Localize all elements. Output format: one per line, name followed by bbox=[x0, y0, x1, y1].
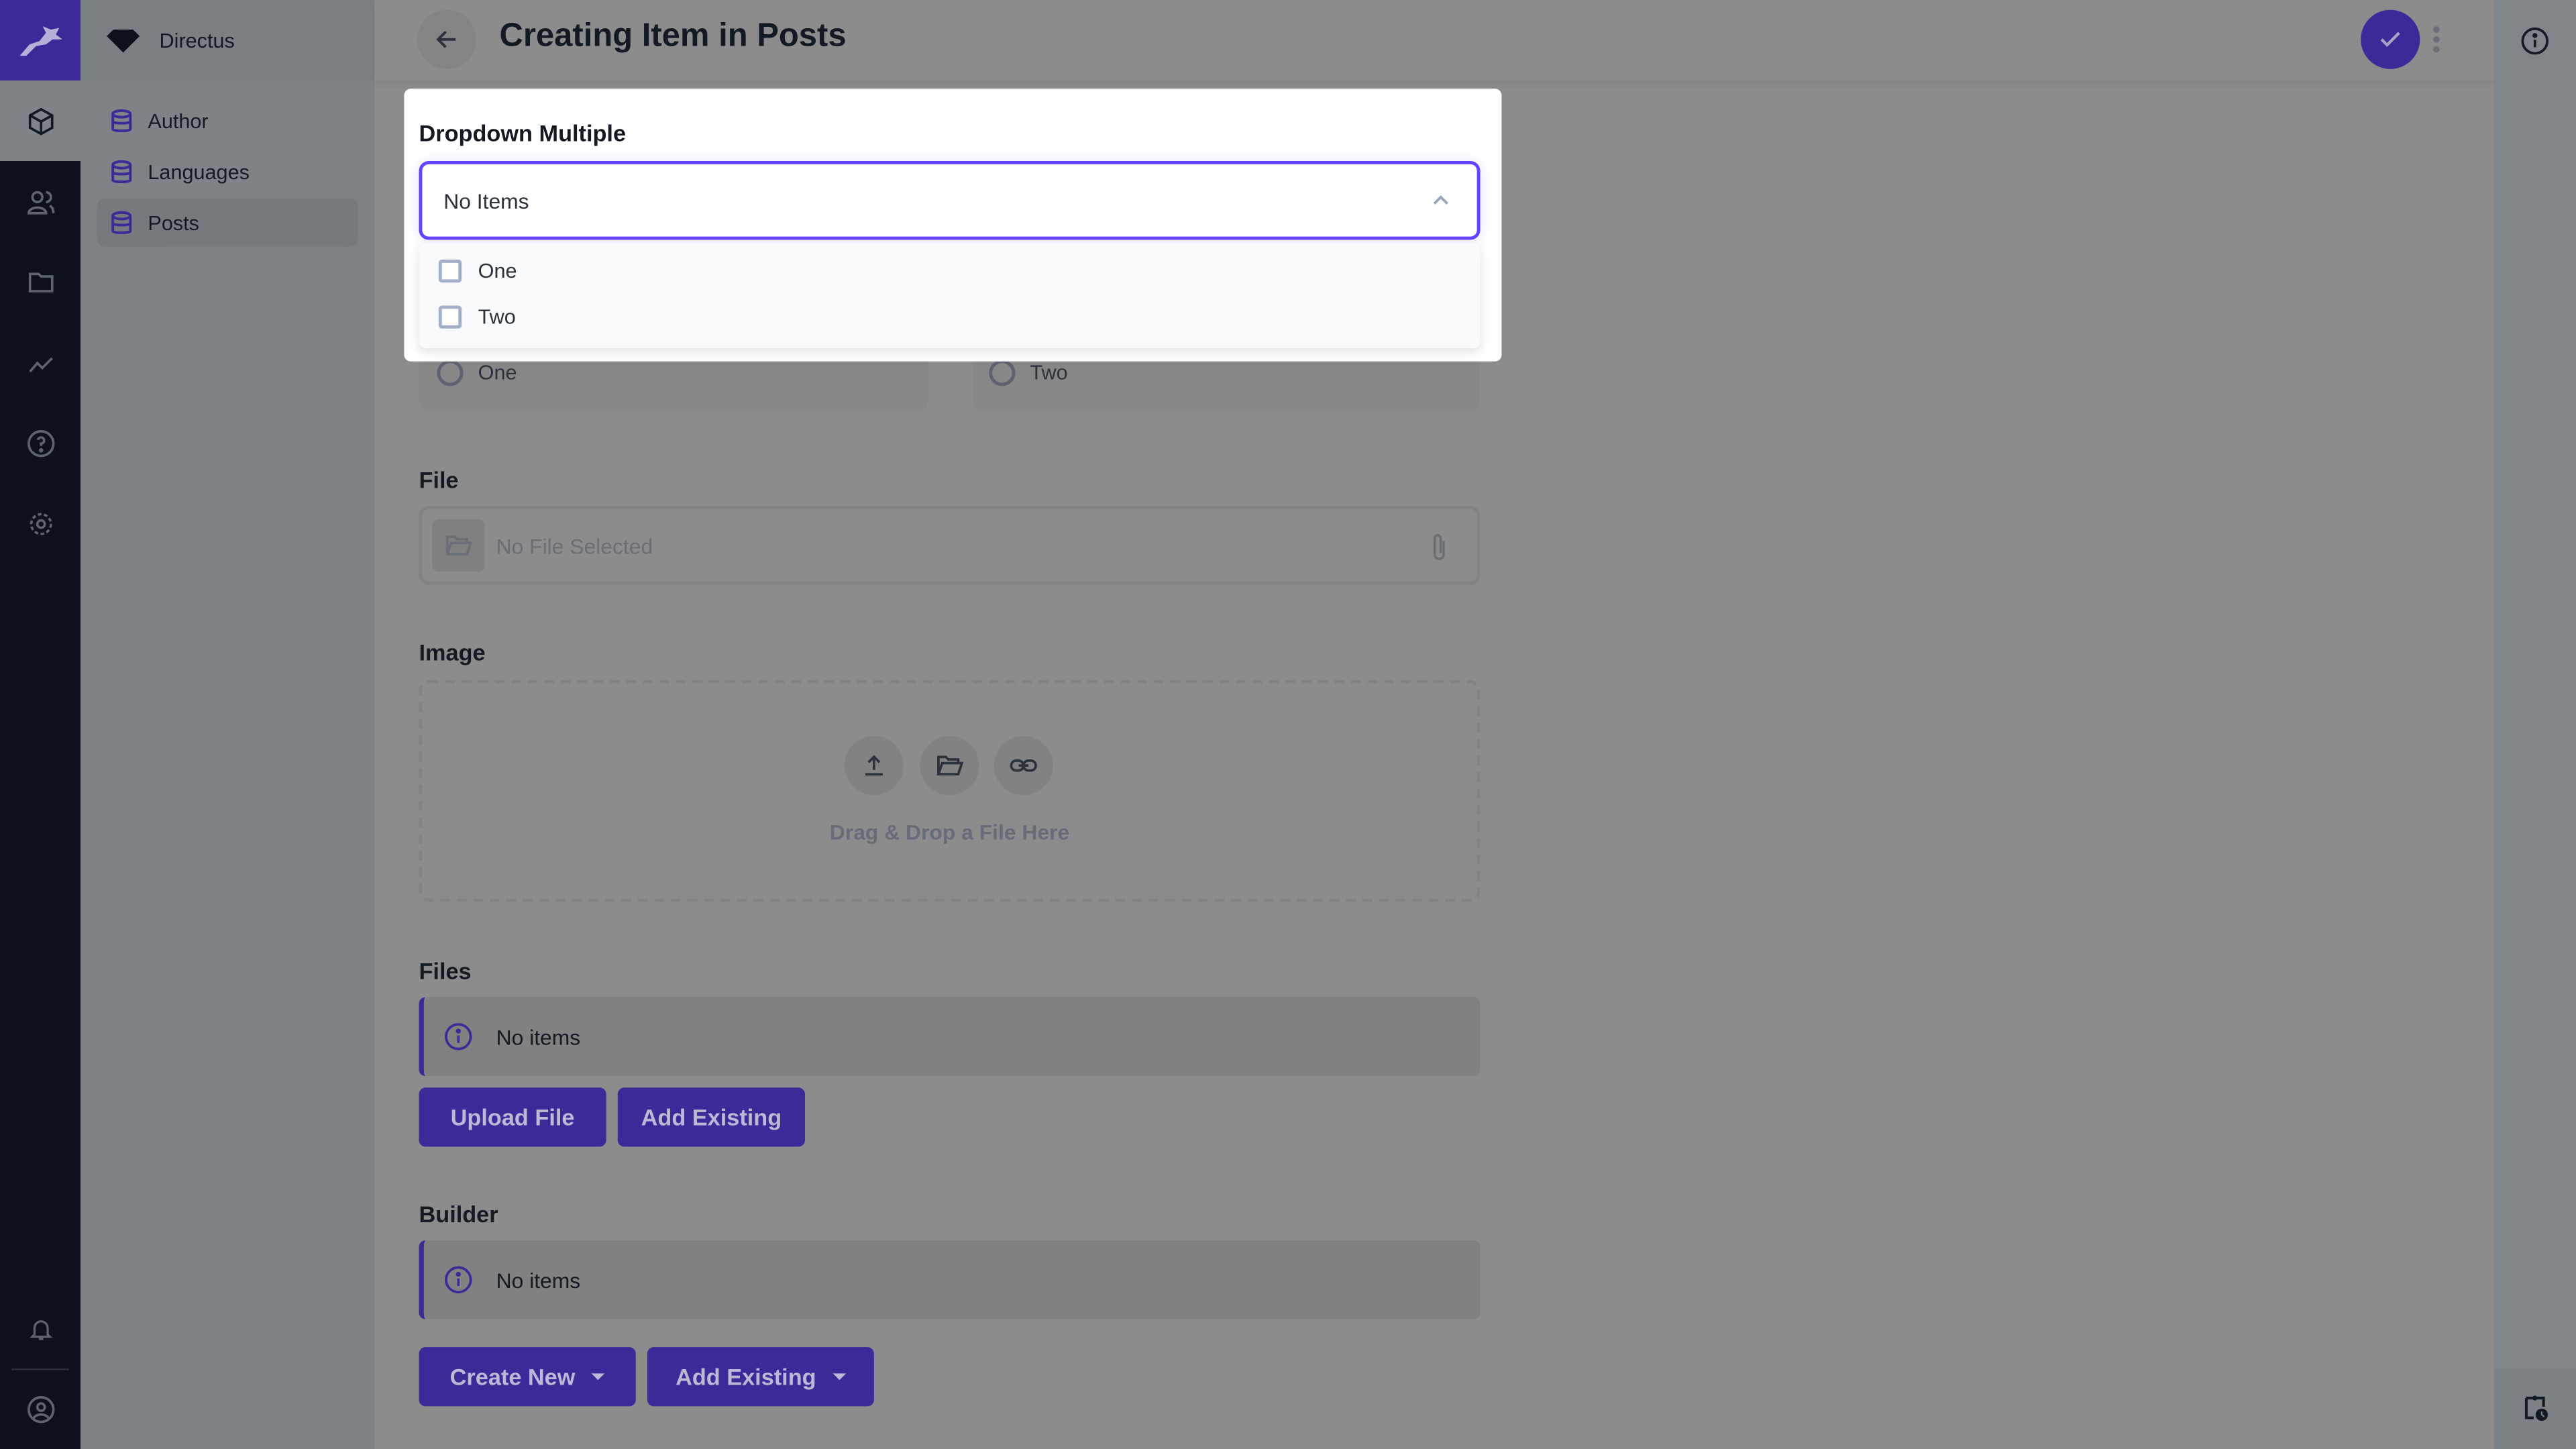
create-new-button[interactable]: Create New bbox=[419, 1347, 636, 1407]
upload-icon bbox=[865, 755, 883, 776]
back-button[interactable] bbox=[417, 9, 477, 69]
check-icon bbox=[2380, 32, 2400, 47]
nav-item-label: Author bbox=[148, 109, 209, 133]
folder-icon bbox=[28, 272, 53, 292]
info-icon bbox=[445, 1266, 472, 1293]
drop-text: Drag & Drop a File Here bbox=[829, 820, 1070, 845]
checkbox-icon bbox=[438, 259, 462, 283]
nav-item-label: Posts bbox=[148, 211, 199, 234]
caret-down-icon bbox=[833, 1373, 846, 1381]
insights-module-button[interactable] bbox=[0, 322, 80, 402]
dropdown-select[interactable]: No Items bbox=[419, 161, 1481, 240]
clipboard-clock-icon bbox=[2524, 1395, 2548, 1421]
directus-logo[interactable] bbox=[0, 0, 81, 81]
user-circle-icon bbox=[26, 1395, 54, 1423]
dropdown-menu: One Two bbox=[419, 243, 1481, 349]
radio-icon bbox=[437, 360, 464, 386]
paperclip-icon[interactable] bbox=[1428, 532, 1450, 561]
import-from-url-button[interactable] bbox=[994, 736, 1053, 796]
dropdown-label: Dropdown Multiple bbox=[419, 119, 627, 146]
radio-label: One bbox=[478, 361, 517, 385]
project-name: Directus bbox=[159, 28, 235, 52]
option-label: One bbox=[478, 259, 517, 283]
users-module-button[interactable] bbox=[0, 161, 80, 241]
info-icon[interactable] bbox=[2520, 26, 2550, 56]
radio-label: Two bbox=[1030, 361, 1068, 385]
database-icon bbox=[111, 108, 132, 131]
arrow-left-icon bbox=[436, 30, 456, 48]
add-existing-files-button[interactable]: Add Existing bbox=[617, 1087, 806, 1147]
checkbox-icon bbox=[438, 305, 462, 329]
upload-file-button[interactable]: Upload File bbox=[419, 1087, 606, 1147]
content-module-button[interactable] bbox=[0, 80, 81, 162]
folder-open-icon bbox=[432, 519, 485, 572]
chevron-up-icon bbox=[1433, 195, 1448, 205]
help-icon bbox=[26, 429, 54, 457]
project-header[interactable]: Directus bbox=[80, 0, 375, 81]
caret-down-icon bbox=[591, 1373, 605, 1381]
module-bar bbox=[0, 0, 81, 1449]
files-label: Files bbox=[419, 957, 472, 984]
project-logo-icon bbox=[107, 28, 140, 52]
notifications-button[interactable] bbox=[0, 1288, 80, 1368]
image-label: Image bbox=[419, 639, 486, 665]
database-icon bbox=[111, 210, 132, 233]
dropdown-value: No Items bbox=[443, 189, 529, 214]
nav-item-posts[interactable]: Posts bbox=[97, 199, 358, 247]
upload-button[interactable] bbox=[844, 736, 904, 796]
file-input[interactable]: No File Selected bbox=[419, 506, 1481, 585]
navigation-sidebar: Directus Author Languages Posts bbox=[80, 0, 375, 1449]
box-icon bbox=[28, 107, 53, 135]
builder-empty-notice: No items bbox=[419, 1240, 1481, 1320]
users-icon bbox=[26, 190, 54, 214]
save-button[interactable] bbox=[2361, 9, 2420, 69]
help-module-button[interactable] bbox=[0, 402, 80, 483]
dropdown-option-two[interactable]: Two bbox=[438, 305, 516, 329]
page-header: Creating Item in Posts bbox=[374, 0, 2494, 81]
notice-text: No items bbox=[496, 1024, 581, 1049]
builder-label: Builder bbox=[419, 1201, 498, 1228]
file-label: File bbox=[419, 466, 459, 493]
nav-item-label: Languages bbox=[148, 160, 250, 184]
option-label: Two bbox=[478, 305, 516, 329]
file-placeholder: No File Selected bbox=[496, 533, 653, 559]
page-title: Creating Item in Posts bbox=[499, 17, 847, 54]
revisions-button[interactable] bbox=[2493, 1368, 2576, 1449]
link-icon bbox=[1010, 759, 1037, 772]
dropdown-option-one[interactable]: One bbox=[438, 259, 517, 283]
notice-text: No items bbox=[496, 1267, 581, 1293]
more-options-button[interactable] bbox=[2428, 23, 2445, 56]
nav-item-languages[interactable]: Languages bbox=[97, 148, 358, 195]
nav-item-author[interactable]: Author bbox=[97, 97, 358, 144]
add-existing-builder-button[interactable]: Add Existing bbox=[647, 1347, 874, 1407]
info-icon bbox=[445, 1023, 472, 1051]
folder-open-icon bbox=[936, 755, 964, 775]
radio-icon bbox=[989, 360, 1016, 386]
bell-icon bbox=[28, 1319, 52, 1340]
settings-module-button[interactable] bbox=[0, 483, 80, 564]
files-empty-notice: No items bbox=[419, 997, 1481, 1077]
button-label: Add Existing bbox=[676, 1363, 816, 1390]
info-sidebar bbox=[2493, 0, 2576, 1449]
choose-from-library-button[interactable] bbox=[920, 736, 979, 796]
button-label: Create New bbox=[449, 1363, 576, 1390]
dropdown-multiple-field: Dropdown Multiple No Items One Two bbox=[404, 89, 1502, 362]
user-menu-button[interactable] bbox=[0, 1368, 80, 1449]
database-icon bbox=[111, 159, 132, 182]
insights-icon bbox=[28, 356, 52, 372]
files-module-button[interactable] bbox=[0, 241, 80, 322]
settings-icon bbox=[29, 512, 52, 535]
